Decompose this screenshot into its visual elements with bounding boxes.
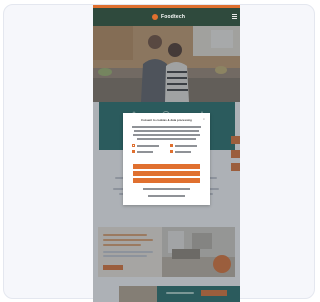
checkbox-label xyxy=(175,151,191,153)
checkbox-label xyxy=(137,151,153,153)
mobile-page-preview: Foodtech Consent to cookies & data proce… xyxy=(93,5,240,302)
close-icon[interactable]: × xyxy=(203,117,205,121)
modal-text-line xyxy=(133,134,200,136)
save-selection-button[interactable] xyxy=(133,171,200,176)
consent-checkbox[interactable] xyxy=(170,144,173,147)
brand-logo[interactable]: Foodtech xyxy=(152,13,185,21)
header-accent-strip xyxy=(93,5,240,8)
consent-modal: Consent to cookies & data processing × xyxy=(123,113,210,205)
site-header: Foodtech xyxy=(93,5,240,26)
modal-title: Consent to cookies & data processing xyxy=(141,119,192,122)
modal-text-line xyxy=(137,138,196,140)
checkbox-label xyxy=(175,145,197,147)
privacy-link[interactable] xyxy=(148,195,185,197)
modal-text-line xyxy=(134,130,199,132)
logo-mark-icon xyxy=(152,14,158,20)
modal-text-line xyxy=(143,188,190,190)
checkbox-label xyxy=(137,145,159,147)
reject-button[interactable] xyxy=(133,178,200,183)
consent-checkbox[interactable] xyxy=(170,150,173,153)
consent-checkbox[interactable] xyxy=(132,144,135,147)
hamburger-menu-icon[interactable] xyxy=(232,14,237,19)
consent-checkbox[interactable] xyxy=(132,150,135,153)
modal-text-line xyxy=(132,126,201,128)
brand-name: Foodtech xyxy=(161,14,186,20)
accept-all-button[interactable] xyxy=(133,164,200,169)
